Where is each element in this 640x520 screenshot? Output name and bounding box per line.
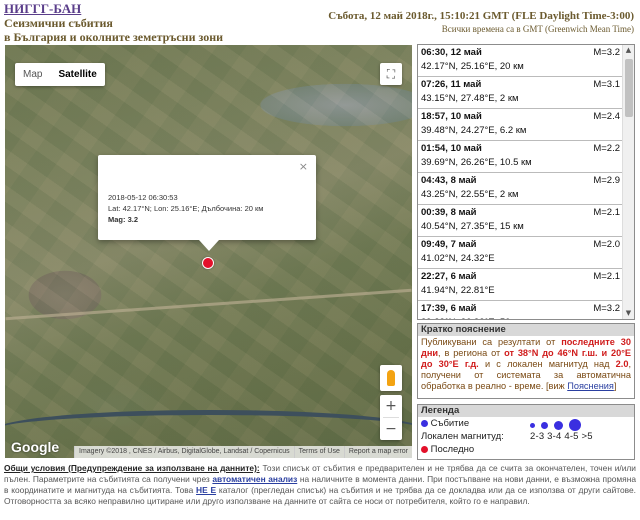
event-coordinates: 39.23°N, 26.32°E, 50 км: [421, 316, 620, 319]
fullscreen-button[interactable]: ⛶: [380, 63, 402, 85]
legend-event-label: Събитие: [430, 418, 470, 429]
explanation-title: Кратко пояснение: [418, 324, 634, 336]
explanation-text: Публикувани са резултати от последните 3…: [418, 336, 634, 393]
terms-label: Общи условия (Предупреждение за използва…: [4, 463, 260, 473]
gmt-note: Всички времена са в GMT (Greenwich Mean …: [441, 24, 634, 34]
legend-last-label: Последно: [430, 444, 475, 455]
event-magnitude: M=2.2: [593, 143, 620, 154]
pegman-icon: [387, 370, 395, 386]
event-magnitude: M=2.4: [593, 111, 620, 122]
zoom-out-button[interactable]: −: [380, 418, 402, 440]
last-event-dot-icon: [421, 445, 428, 453]
scroll-thumb[interactable]: [625, 59, 633, 117]
not-catalog-link[interactable]: НЕ Е: [196, 485, 216, 495]
legend-magnitude-row: Локален магнитуд: 2-3 3-4 4-5 >5: [418, 430, 634, 443]
explanation-text-part: ]: [613, 381, 617, 391]
event-coordinates: 39.69°N, 26.26°E, 10.5 км: [421, 157, 532, 168]
event-time: 22:27, 6 май: [421, 271, 477, 282]
disclaimer-footer: Общи условия (Предупреждение за използва…: [4, 463, 636, 507]
subtitle-line-2: в България и околните земетръсни зони: [4, 30, 224, 44]
street-view-pegman[interactable]: [380, 365, 402, 391]
event-row[interactable]: 01:54, 10 май M=2.2 39.69°N, 26.26°E, 10.5…: [418, 141, 623, 173]
fullscreen-icon: ⛶: [386, 66, 396, 81]
event-time: 18:57, 10 май: [421, 111, 482, 122]
zoom-in-button[interactable]: +: [380, 395, 402, 417]
legend-title: Легенда: [418, 405, 634, 417]
explanation-panel: Кратко пояснение Публикувани са резултат…: [417, 323, 635, 399]
legend-panel: Легенда Събитие Локален магнитуд: 2-3 3-…: [417, 404, 635, 460]
event-list-items: 06:30, 12 май M=3.2 42.17°N, 25.16°E, 20 к…: [418, 45, 623, 319]
event-row[interactable]: 00:39, 8 май M=2.1 40.54°N, 27.35°E, 15 км: [418, 205, 623, 237]
event-coordinates: 41.94°N, 22.81°E: [421, 285, 495, 296]
event-row[interactable]: 17:39, 6 май M=3.2 39.23°N, 26.32°E, 50 км: [418, 301, 623, 319]
org-title-link[interactable]: НИГГГ-БАН: [4, 1, 81, 17]
last-event-marker[interactable]: [202, 257, 214, 269]
event-coordinates: 39.48°N, 24.27°E, 6.2 км: [421, 125, 527, 136]
legend-event-row: Събитие: [418, 417, 634, 431]
explanation-text-part: Публикувани са резултати от: [421, 337, 562, 347]
legend-last-row: Последно: [418, 443, 634, 456]
event-coordinates: 40.54°N, 27.35°E, 15 км: [421, 221, 524, 232]
event-dot-icon: [421, 419, 428, 427]
explanations-link[interactable]: Пояснения: [567, 381, 614, 391]
explanation-highlight-magnitude: 2.0: [615, 359, 629, 369]
event-magnitude: M=2.0: [593, 239, 620, 250]
subtitle-line-1: Сеизмични събития: [4, 16, 113, 30]
event-row[interactable]: 04:43, 8 май M=2.9 43.25°N, 22.55°E, 2 км: [418, 173, 623, 205]
event-magnitude: M=3.1: [593, 79, 620, 90]
terms-of-use-link[interactable]: Terms of Use: [293, 446, 344, 458]
event-magnitude: M=2.9: [593, 175, 620, 186]
event-time: 09:49, 7 май: [421, 239, 477, 250]
event-row[interactable]: 07:26, 11 май M=3.1 43.15°N, 27.48°E, 2 км: [418, 77, 623, 109]
current-datetime: Събота, 12 май 2018г., 15:10:21 GMT (FLE…: [328, 10, 634, 22]
report-map-error-link[interactable]: Report a map error: [343, 446, 412, 458]
event-time: 00:39, 8 май: [421, 207, 477, 218]
scroll-up-icon[interactable]: ▲: [623, 45, 634, 56]
size-dot-icon-large: [554, 420, 563, 430]
event-time: 01:54, 10 май: [421, 143, 482, 154]
automatic-analysis-link[interactable]: автоматичен анализ: [212, 474, 297, 484]
event-time: 06:30, 12 май: [421, 47, 482, 58]
event-row[interactable]: 22:27, 6 май M=2.1 41.94°N, 22.81°E: [418, 269, 623, 301]
event-magnitude: M=2.1: [593, 207, 620, 218]
legend-magnitude-label: Локален магнитуд:: [421, 431, 504, 442]
event-magnitude: M=3.2: [593, 47, 620, 58]
close-icon[interactable]: ×: [299, 161, 308, 172]
map-attribution-bar: Imagery ©2018 , CNES / Airbus, DigitalGl…: [5, 446, 412, 458]
imagery-attribution: Imagery ©2018 , CNES / Airbus, DigitalGl…: [74, 446, 294, 458]
map-type-satellite-button[interactable]: Satellite: [50, 63, 104, 86]
explanation-text-part: и с локален магнитуд над: [478, 359, 616, 369]
event-time: 17:39, 6 май: [421, 303, 477, 314]
size-dot-icon-medium: [541, 421, 548, 429]
zoom-control: + −: [380, 395, 402, 440]
event-row[interactable]: 09:49, 7 май M=2.0 41.02°N, 24.32°E: [418, 237, 623, 269]
map-river: [5, 410, 412, 450]
event-coordinates: 43.15°N, 27.48°E, 2 км: [421, 93, 519, 104]
event-coordinates: 43.25°N, 22.55°E, 2 км: [421, 189, 519, 200]
legend-magnitude-scale: 2-3 3-4 4-5 >5: [530, 431, 593, 442]
event-list[interactable]: 06:30, 12 май M=3.2 42.17°N, 25.16°E, 20 к…: [417, 44, 635, 320]
event-row[interactable]: 18:57, 10 май M=2.4 39.48°N, 24.27°E, 6.2 …: [418, 109, 623, 141]
event-row[interactable]: 06:30, 12 май M=3.2 42.17°N, 25.16°E, 20 к…: [418, 45, 623, 77]
event-coordinates: 42.17°N, 25.16°E, 20 км: [421, 61, 524, 72]
satellite-map[interactable]: Map Satellite ⛶ × 2018-05-12 06:30:53 La…: [5, 45, 412, 458]
scroll-down-icon[interactable]: ▼: [623, 308, 634, 319]
event-magnitude: M=3.2: [593, 303, 620, 314]
explanation-text-part: , в региона от: [438, 348, 505, 358]
event-coordinates: 41.02°N, 24.32°E: [421, 253, 495, 264]
event-list-scrollbar[interactable]: ▲ ▼: [622, 45, 634, 319]
info-magnitude: Mag: 3.2: [108, 215, 139, 224]
event-info-window: × 2018-05-12 06:30:53 Lat: 42.17°N; Lon:…: [98, 155, 316, 251]
event-time: 07:26, 11 май: [421, 79, 482, 90]
map-road: [5, 288, 412, 321]
map-type-map-button[interactable]: Map: [15, 63, 50, 86]
event-time: 04:43, 8 май: [421, 175, 477, 186]
event-magnitude: M=2.1: [593, 271, 620, 282]
map-type-control: Map Satellite: [15, 63, 105, 86]
info-coordinates: Lat: 42.17°N; Lon: 25.16°E; Дълбочина: 2…: [108, 204, 264, 213]
page-subtitle: Сеизмични събития в България и околните …: [4, 16, 223, 44]
info-datetime: 2018-05-12 06:30:53: [108, 193, 178, 202]
size-dot-icon-small: [530, 422, 535, 428]
